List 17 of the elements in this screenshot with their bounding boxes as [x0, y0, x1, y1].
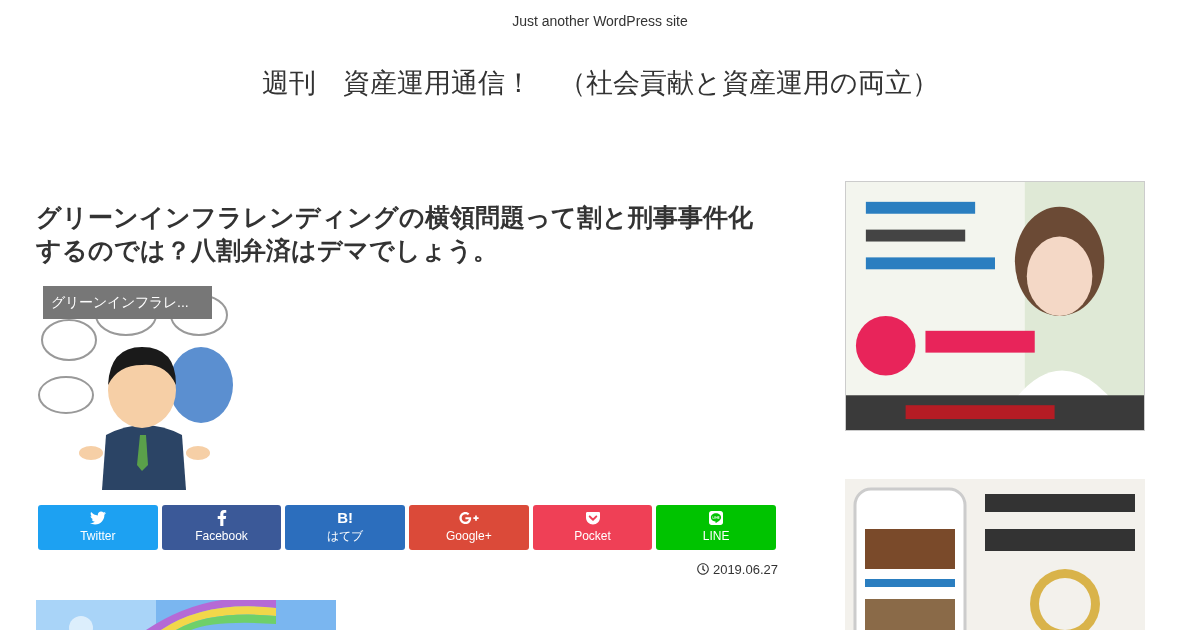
google-plus-icon [458, 510, 479, 526]
clock-icon [696, 563, 709, 576]
bird-icon [89, 510, 106, 526]
share-button[interactable]: Google+ [409, 504, 529, 550]
share-button[interactable]: Twitter [38, 504, 158, 550]
share-button[interactable]: Facebook [161, 504, 282, 550]
site-title[interactable]: 週刊 資産運用通信！ （社会貢献と資産運用の両立） [261, 63, 939, 104]
share-button[interactable]: LINE [656, 504, 777, 550]
category-label[interactable]: グリーンインフラレ... [43, 285, 212, 319]
share-button[interactable]: Pocket [532, 504, 653, 550]
line-icon [708, 510, 725, 526]
pocket-icon [584, 510, 601, 526]
hatena-icon: B! [337, 510, 354, 526]
site-tagline: Just another WordPress site [512, 12, 688, 31]
article-title: グリーンインフラレンディングの横領問題って割と刑事事件化するのでは？八割弁済はデマでしょう。 [36, 201, 754, 267]
post-date: 2019.06.27 [712, 560, 778, 579]
share-button[interactable]: B! はてブ [285, 504, 405, 550]
